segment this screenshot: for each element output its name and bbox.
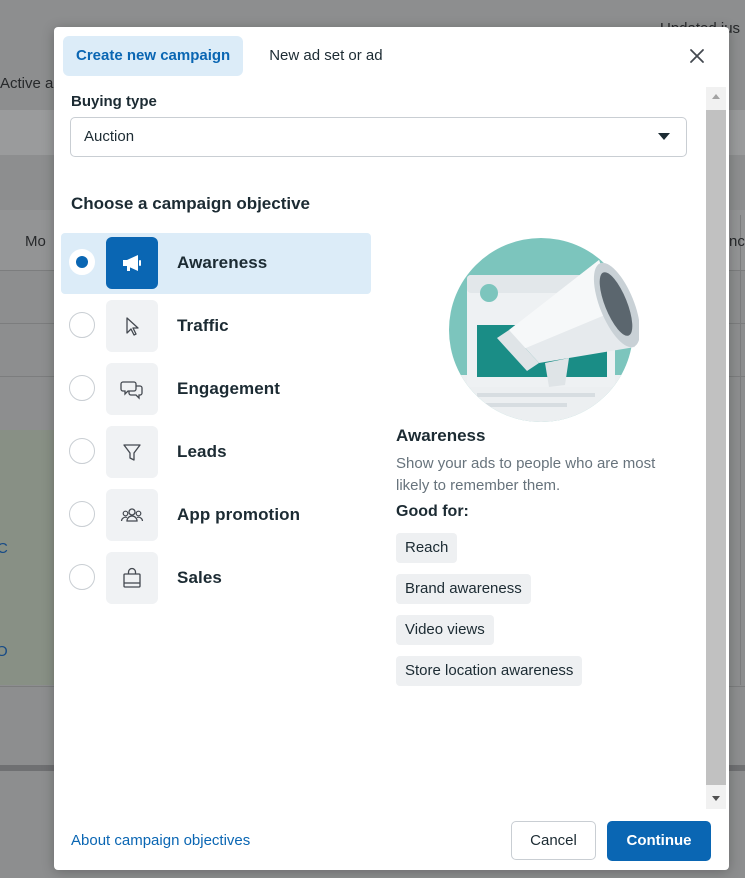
background-column-header: Mo: [25, 233, 46, 250]
buying-type-select[interactable]: Auction: [70, 117, 687, 157]
chat-bubbles-icon: [106, 363, 158, 415]
buying-type-label: Buying type: [71, 93, 157, 110]
caret-down-icon: [658, 133, 670, 140]
objective-traffic[interactable]: Traffic: [61, 296, 371, 357]
megaphone-icon: [106, 237, 158, 289]
objective-engagement[interactable]: Engagement: [61, 359, 371, 420]
create-campaign-dialog: Create new campaign New ad set or ad Buy…: [54, 27, 729, 870]
objective-detail-title: Awareness: [396, 426, 486, 445]
good-for-label: Good for:: [396, 503, 469, 520]
tag-reach: Reach: [396, 533, 458, 563]
radio-leads[interactable]: [69, 438, 95, 464]
objective-label: Engagement: [177, 379, 281, 398]
radio-selected-dot: [76, 256, 88, 268]
cursor-icon: [106, 300, 158, 352]
background-filter-text: Active a: [0, 75, 54, 92]
scroll-down-icon[interactable]: [712, 796, 720, 801]
objective-label: Traffic: [177, 316, 229, 335]
dialog-scrollbar[interactable]: [706, 87, 726, 809]
tab-new-ad-set-or-ad[interactable]: New ad set or ad: [256, 36, 395, 76]
people-icon: [106, 489, 158, 541]
tag-brand-awareness: Brand awareness: [396, 574, 531, 604]
objective-label: Awareness: [177, 253, 268, 272]
cancel-button[interactable]: Cancel: [511, 821, 596, 860]
objective-label: Leads: [177, 442, 227, 461]
tag-store-location-awareness: Store location awareness: [396, 656, 583, 686]
objective-awareness[interactable]: Awareness: [61, 233, 371, 294]
close-icon: [690, 49, 704, 63]
radio-traffic[interactable]: [69, 312, 95, 338]
buying-type-value: Auction: [84, 128, 135, 145]
good-for-tags: Reach Brand awareness Video views Store …: [396, 533, 696, 697]
background-row-text: C: [0, 540, 8, 557]
scroll-up-icon[interactable]: [712, 94, 720, 99]
objective-detail-description: Show your ads to people who are most lik…: [396, 455, 656, 494]
continue-button[interactable]: Continue: [607, 821, 711, 861]
objective-label: App promotion: [177, 505, 301, 524]
funnel-icon: [106, 426, 158, 478]
radio-awareness[interactable]: [69, 249, 95, 275]
radio-app-promotion[interactable]: [69, 501, 95, 527]
background-column-line: [740, 215, 741, 685]
scroll-thumb[interactable]: [706, 110, 726, 785]
about-campaign-objectives-link[interactable]: About campaign objectives: [71, 832, 250, 849]
objective-heading: Choose a campaign objective: [71, 194, 311, 213]
radio-engagement[interactable]: [69, 375, 95, 401]
radio-sales[interactable]: [69, 564, 95, 590]
objective-leads[interactable]: Leads: [61, 422, 371, 483]
tab-create-new-campaign[interactable]: Create new campaign: [63, 36, 244, 76]
objective-label: Sales: [177, 568, 222, 587]
close-button[interactable]: [685, 44, 709, 68]
shopping-bag-icon: [106, 552, 158, 604]
awareness-illustration: [449, 238, 639, 422]
background-highlight-row: [0, 430, 55, 685]
tag-video-views: Video views: [396, 615, 494, 645]
objective-sales[interactable]: Sales: [61, 548, 371, 609]
objective-list: Awareness Traffic Engagement Leads App p…: [61, 233, 371, 611]
dialog-tabs: Create new campaign New ad set or ad: [63, 36, 396, 76]
background-row-text: O: [0, 643, 8, 660]
background-column-header: nc: [729, 233, 745, 250]
objective-app-promotion[interactable]: App promotion: [61, 485, 371, 546]
